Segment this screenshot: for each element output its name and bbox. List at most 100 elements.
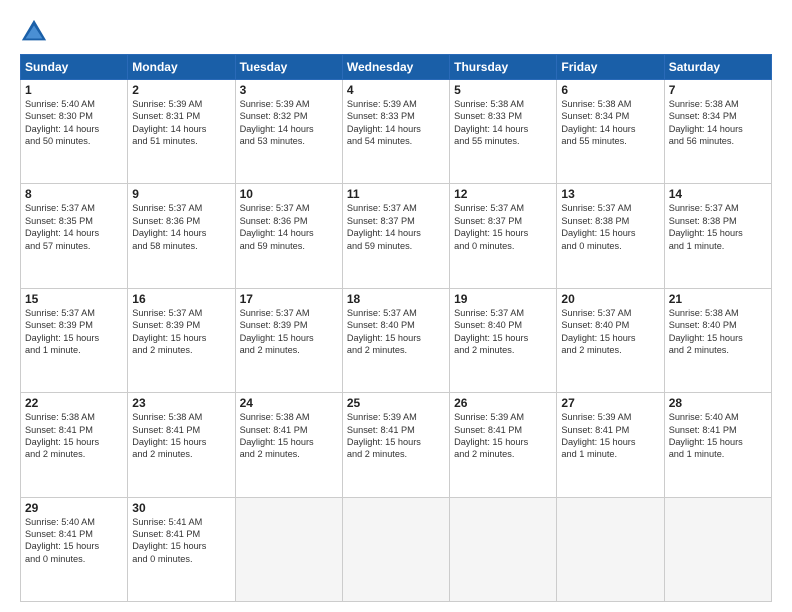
calendar-header-sunday: Sunday [21,55,128,80]
calendar-cell [235,497,342,601]
day-number: 5 [454,83,552,97]
day-info: Sunrise: 5:39 AM Sunset: 8:41 PM Dayligh… [561,411,659,461]
calendar-header-row: SundayMondayTuesdayWednesdayThursdayFrid… [21,55,772,80]
calendar-cell: 14Sunrise: 5:37 AM Sunset: 8:38 PM Dayli… [664,184,771,288]
day-number: 27 [561,396,659,410]
calendar-cell: 28Sunrise: 5:40 AM Sunset: 8:41 PM Dayli… [664,393,771,497]
day-info: Sunrise: 5:39 AM Sunset: 8:33 PM Dayligh… [347,98,445,148]
calendar-week-row: 8Sunrise: 5:37 AM Sunset: 8:35 PM Daylig… [21,184,772,288]
logo [20,18,52,46]
day-info: Sunrise: 5:37 AM Sunset: 8:35 PM Dayligh… [25,202,123,252]
calendar-week-row: 22Sunrise: 5:38 AM Sunset: 8:41 PM Dayli… [21,393,772,497]
calendar-header-thursday: Thursday [450,55,557,80]
calendar-cell: 25Sunrise: 5:39 AM Sunset: 8:41 PM Dayli… [342,393,449,497]
calendar-cell: 24Sunrise: 5:38 AM Sunset: 8:41 PM Dayli… [235,393,342,497]
calendar-cell: 4Sunrise: 5:39 AM Sunset: 8:33 PM Daylig… [342,80,449,184]
day-number: 24 [240,396,338,410]
day-number: 1 [25,83,123,97]
day-number: 4 [347,83,445,97]
calendar-cell: 13Sunrise: 5:37 AM Sunset: 8:38 PM Dayli… [557,184,664,288]
day-info: Sunrise: 5:37 AM Sunset: 8:38 PM Dayligh… [561,202,659,252]
calendar-cell: 5Sunrise: 5:38 AM Sunset: 8:33 PM Daylig… [450,80,557,184]
day-info: Sunrise: 5:39 AM Sunset: 8:41 PM Dayligh… [347,411,445,461]
day-number: 8 [25,187,123,201]
day-number: 16 [132,292,230,306]
day-number: 6 [561,83,659,97]
day-info: Sunrise: 5:40 AM Sunset: 8:41 PM Dayligh… [669,411,767,461]
day-info: Sunrise: 5:37 AM Sunset: 8:40 PM Dayligh… [347,307,445,357]
day-number: 20 [561,292,659,306]
day-info: Sunrise: 5:37 AM Sunset: 8:37 PM Dayligh… [454,202,552,252]
calendar-cell: 22Sunrise: 5:38 AM Sunset: 8:41 PM Dayli… [21,393,128,497]
calendar-cell: 7Sunrise: 5:38 AM Sunset: 8:34 PM Daylig… [664,80,771,184]
day-number: 14 [669,187,767,201]
day-info: Sunrise: 5:37 AM Sunset: 8:39 PM Dayligh… [132,307,230,357]
day-number: 25 [347,396,445,410]
calendar-cell: 20Sunrise: 5:37 AM Sunset: 8:40 PM Dayli… [557,288,664,392]
day-number: 18 [347,292,445,306]
day-info: Sunrise: 5:38 AM Sunset: 8:34 PM Dayligh… [669,98,767,148]
calendar-header-tuesday: Tuesday [235,55,342,80]
day-number: 26 [454,396,552,410]
calendar-header-monday: Monday [128,55,235,80]
calendar-week-row: 15Sunrise: 5:37 AM Sunset: 8:39 PM Dayli… [21,288,772,392]
calendar-cell: 12Sunrise: 5:37 AM Sunset: 8:37 PM Dayli… [450,184,557,288]
calendar-cell: 10Sunrise: 5:37 AM Sunset: 8:36 PM Dayli… [235,184,342,288]
calendar-cell: 21Sunrise: 5:38 AM Sunset: 8:40 PM Dayli… [664,288,771,392]
day-info: Sunrise: 5:37 AM Sunset: 8:36 PM Dayligh… [240,202,338,252]
calendar-cell: 6Sunrise: 5:38 AM Sunset: 8:34 PM Daylig… [557,80,664,184]
calendar-week-row: 29Sunrise: 5:40 AM Sunset: 8:41 PM Dayli… [21,497,772,601]
day-number: 29 [25,501,123,515]
calendar-cell: 23Sunrise: 5:38 AM Sunset: 8:41 PM Dayli… [128,393,235,497]
day-info: Sunrise: 5:38 AM Sunset: 8:33 PM Dayligh… [454,98,552,148]
day-number: 13 [561,187,659,201]
calendar-header-saturday: Saturday [664,55,771,80]
day-info: Sunrise: 5:39 AM Sunset: 8:31 PM Dayligh… [132,98,230,148]
calendar-cell: 1Sunrise: 5:40 AM Sunset: 8:30 PM Daylig… [21,80,128,184]
logo-icon [20,18,48,46]
calendar-header-wednesday: Wednesday [342,55,449,80]
day-info: Sunrise: 5:37 AM Sunset: 8:36 PM Dayligh… [132,202,230,252]
calendar-table: SundayMondayTuesdayWednesdayThursdayFrid… [20,54,772,602]
day-info: Sunrise: 5:38 AM Sunset: 8:40 PM Dayligh… [669,307,767,357]
calendar-week-row: 1Sunrise: 5:40 AM Sunset: 8:30 PM Daylig… [21,80,772,184]
day-number: 7 [669,83,767,97]
calendar-cell [557,497,664,601]
day-number: 22 [25,396,123,410]
calendar-header-friday: Friday [557,55,664,80]
day-info: Sunrise: 5:37 AM Sunset: 8:37 PM Dayligh… [347,202,445,252]
day-info: Sunrise: 5:40 AM Sunset: 8:30 PM Dayligh… [25,98,123,148]
calendar-cell: 11Sunrise: 5:37 AM Sunset: 8:37 PM Dayli… [342,184,449,288]
day-info: Sunrise: 5:37 AM Sunset: 8:39 PM Dayligh… [240,307,338,357]
day-info: Sunrise: 5:39 AM Sunset: 8:32 PM Dayligh… [240,98,338,148]
calendar-cell: 27Sunrise: 5:39 AM Sunset: 8:41 PM Dayli… [557,393,664,497]
calendar-cell [342,497,449,601]
day-number: 30 [132,501,230,515]
day-number: 21 [669,292,767,306]
day-info: Sunrise: 5:38 AM Sunset: 8:34 PM Dayligh… [561,98,659,148]
day-number: 2 [132,83,230,97]
day-info: Sunrise: 5:37 AM Sunset: 8:40 PM Dayligh… [561,307,659,357]
day-number: 9 [132,187,230,201]
calendar-cell: 26Sunrise: 5:39 AM Sunset: 8:41 PM Dayli… [450,393,557,497]
calendar-cell: 17Sunrise: 5:37 AM Sunset: 8:39 PM Dayli… [235,288,342,392]
calendar-cell: 16Sunrise: 5:37 AM Sunset: 8:39 PM Dayli… [128,288,235,392]
day-info: Sunrise: 5:38 AM Sunset: 8:41 PM Dayligh… [25,411,123,461]
calendar-cell: 18Sunrise: 5:37 AM Sunset: 8:40 PM Dayli… [342,288,449,392]
day-number: 11 [347,187,445,201]
day-number: 19 [454,292,552,306]
calendar-cell [664,497,771,601]
calendar-cell: 3Sunrise: 5:39 AM Sunset: 8:32 PM Daylig… [235,80,342,184]
calendar-cell [450,497,557,601]
header [20,18,772,46]
day-number: 10 [240,187,338,201]
calendar-cell: 2Sunrise: 5:39 AM Sunset: 8:31 PM Daylig… [128,80,235,184]
page: SundayMondayTuesdayWednesdayThursdayFrid… [0,0,792,612]
calendar-cell: 8Sunrise: 5:37 AM Sunset: 8:35 PM Daylig… [21,184,128,288]
day-info: Sunrise: 5:37 AM Sunset: 8:38 PM Dayligh… [669,202,767,252]
day-number: 12 [454,187,552,201]
day-number: 17 [240,292,338,306]
calendar-cell: 15Sunrise: 5:37 AM Sunset: 8:39 PM Dayli… [21,288,128,392]
day-info: Sunrise: 5:41 AM Sunset: 8:41 PM Dayligh… [132,516,230,566]
day-number: 28 [669,396,767,410]
